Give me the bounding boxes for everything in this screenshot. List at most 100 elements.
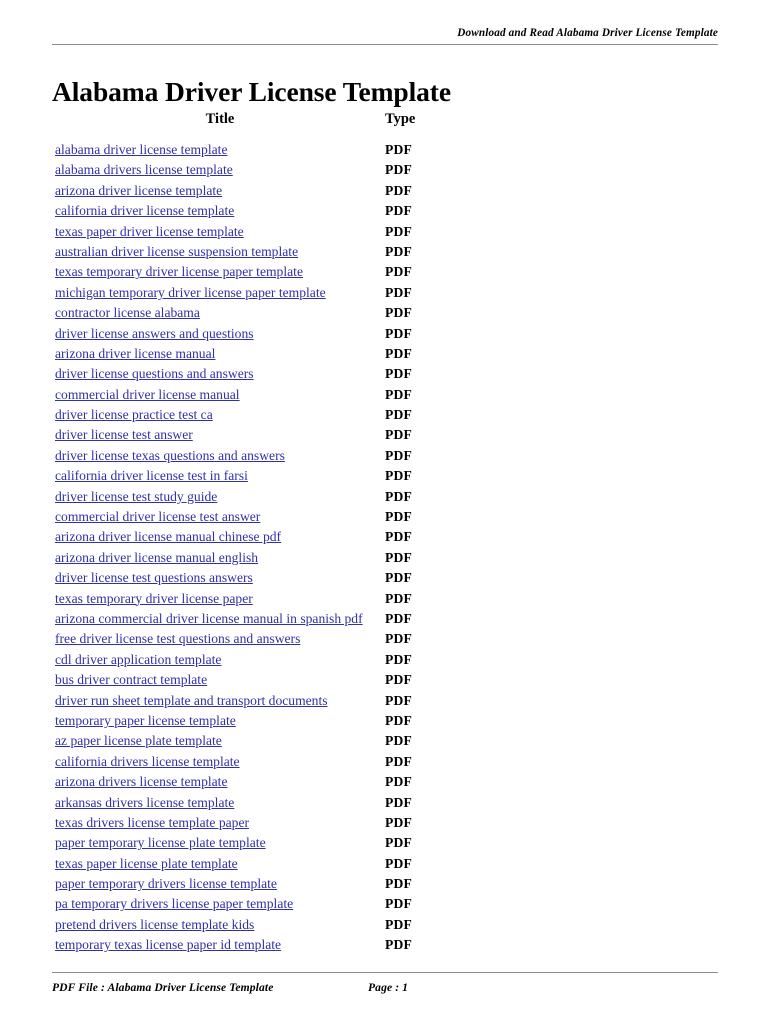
document-link[interactable]: commercial driver license manual: [55, 387, 240, 402]
document-link[interactable]: michigan temporary driver license paper …: [55, 285, 326, 300]
cell-type: PDF: [385, 896, 413, 912]
cell-title: pa temporary drivers license paper templ…: [55, 894, 293, 914]
cell-title: commercial driver license test answer: [55, 507, 260, 527]
table-row: texas paper driver license template PDF: [0, 222, 770, 242]
table-row: driver license texas questions and answe…: [0, 446, 770, 466]
header-divider: [52, 43, 718, 45]
table-row: arizona drivers license template PDF: [0, 772, 770, 792]
cell-type: PDF: [385, 549, 413, 565]
table-row: california drivers license template PDF: [0, 752, 770, 772]
cell-type: PDF: [385, 937, 413, 953]
document-link[interactable]: pretend drivers license template kids: [55, 917, 254, 932]
document-link[interactable]: driver license practice test ca: [55, 407, 213, 422]
document-link[interactable]: arizona driver license manual chinese pd…: [55, 529, 281, 544]
cell-type: PDF: [385, 529, 413, 545]
cell-title: driver license practice test ca: [55, 405, 213, 425]
cell-type: PDF: [385, 305, 413, 321]
cell-title: driver run sheet template and transport …: [55, 691, 328, 711]
table-row: pa temporary drivers license paper templ…: [0, 894, 770, 914]
document-link[interactable]: cdl driver application template: [55, 652, 221, 667]
cell-type: PDF: [385, 509, 413, 525]
document-link[interactable]: paper temporary drivers license template: [55, 876, 277, 891]
table-row: texas temporary driver license paper PDF: [0, 589, 770, 609]
document-link[interactable]: texas temporary driver license paper: [55, 591, 253, 606]
cell-title: arizona driver license manual chinese pd…: [55, 527, 281, 547]
cell-title: alabama drivers license template: [55, 160, 233, 180]
cell-type: PDF: [385, 284, 413, 300]
cell-title: temporary texas license paper id templat…: [55, 935, 281, 955]
column-header-title: Title: [205, 111, 235, 127]
document-link[interactable]: arkansas drivers license template: [55, 795, 234, 810]
cell-title: free driver license test questions and a…: [55, 629, 300, 649]
table-row: arizona driver license manual chinese pd…: [0, 527, 770, 547]
table-row: california driver license test in farsi P…: [0, 466, 770, 486]
cell-type: PDF: [385, 203, 413, 219]
cell-type: PDF: [385, 814, 413, 830]
document-link[interactable]: driver license test answer: [55, 427, 193, 442]
cell-title: driver license test questions answers: [55, 568, 253, 588]
table-row: arkansas drivers license template PDF: [0, 793, 770, 813]
cell-type: PDF: [385, 855, 413, 871]
document-link[interactable]: texas paper driver license template: [55, 224, 244, 239]
document-link[interactable]: alabama drivers license template: [55, 162, 233, 177]
document-link[interactable]: texas paper license plate template: [55, 856, 238, 871]
document-link[interactable]: driver license test study guide: [55, 489, 217, 504]
document-link[interactable]: paper temporary license plate template: [55, 835, 266, 850]
document-link[interactable]: commercial driver license test answer: [55, 509, 260, 524]
document-page: Download and Read Alabama Driver License…: [0, 0, 770, 1024]
cell-type: PDF: [385, 345, 413, 361]
document-link[interactable]: az paper license plate template: [55, 733, 222, 748]
document-link[interactable]: arizona drivers license template: [55, 774, 227, 789]
table-row: pretend drivers license template kids PDF: [0, 915, 770, 935]
table-row: driver license test answer PDF: [0, 425, 770, 445]
document-link[interactable]: temporary paper license template: [55, 713, 236, 728]
document-link[interactable]: texas temporary driver license paper tem…: [55, 264, 303, 279]
document-link[interactable]: bus driver contract template: [55, 672, 207, 687]
document-link[interactable]: australian driver license suspension tem…: [55, 244, 298, 259]
cell-type: PDF: [385, 407, 413, 423]
cell-type: PDF: [385, 468, 413, 484]
table-row: bus driver contract template PDF: [0, 670, 770, 690]
document-link[interactable]: california driver license test in farsi: [55, 468, 248, 483]
document-link[interactable]: california driver license template: [55, 203, 234, 218]
document-link[interactable]: arizona commercial driver license manual…: [55, 611, 363, 626]
cell-title: alabama driver license template: [55, 140, 227, 160]
document-link[interactable]: alabama driver license template: [55, 142, 227, 157]
footer-divider: [52, 972, 718, 973]
document-link[interactable]: texas drivers license template paper: [55, 815, 249, 830]
cell-title: temporary paper license template: [55, 711, 236, 731]
document-link[interactable]: temporary texas license paper id templat…: [55, 937, 281, 952]
document-link[interactable]: arizona driver license manual: [55, 346, 215, 361]
document-link[interactable]: driver run sheet template and transport …: [55, 693, 328, 708]
cell-type: PDF: [385, 651, 413, 667]
document-link[interactable]: arizona driver license template: [55, 183, 222, 198]
cell-title: arizona drivers license template: [55, 772, 227, 792]
cell-title: arkansas drivers license template: [55, 793, 234, 813]
document-link[interactable]: california drivers license template: [55, 754, 240, 769]
cell-title: cdl driver application template: [55, 650, 221, 670]
table-row: texas paper license plate template PDF: [0, 854, 770, 874]
cell-title: pretend drivers license template kids: [55, 915, 254, 935]
cell-type: PDF: [385, 488, 413, 504]
cell-type: PDF: [385, 692, 413, 708]
table-body: alabama driver license template PDF alabam…: [0, 140, 770, 956]
document-link[interactable]: driver license test questions answers: [55, 570, 253, 585]
running-header: Download and Read Alabama Driver License…: [457, 27, 718, 39]
cell-type: PDF: [385, 447, 413, 463]
document-link[interactable]: arizona driver license manual english: [55, 550, 258, 565]
cell-type: PDF: [385, 753, 413, 769]
document-link[interactable]: contractor license alabama: [55, 305, 200, 320]
cell-type: PDF: [385, 590, 413, 606]
cell-title: california drivers license template: [55, 752, 240, 772]
document-link[interactable]: free driver license test questions and a…: [55, 631, 300, 646]
table-row: contractor license alabama PDF: [0, 303, 770, 323]
document-link[interactable]: driver license questions and answers: [55, 366, 254, 381]
table-header-row: Title Type: [0, 110, 770, 131]
cell-type: PDF: [385, 386, 413, 402]
cell-type: PDF: [385, 427, 413, 443]
document-link[interactable]: driver license answers and questions: [55, 326, 254, 341]
cell-title: texas paper driver license template: [55, 222, 244, 242]
cell-type: PDF: [385, 712, 413, 728]
document-link[interactable]: driver license texas questions and answe…: [55, 448, 285, 463]
document-link[interactable]: pa temporary drivers license paper templ…: [55, 896, 293, 911]
